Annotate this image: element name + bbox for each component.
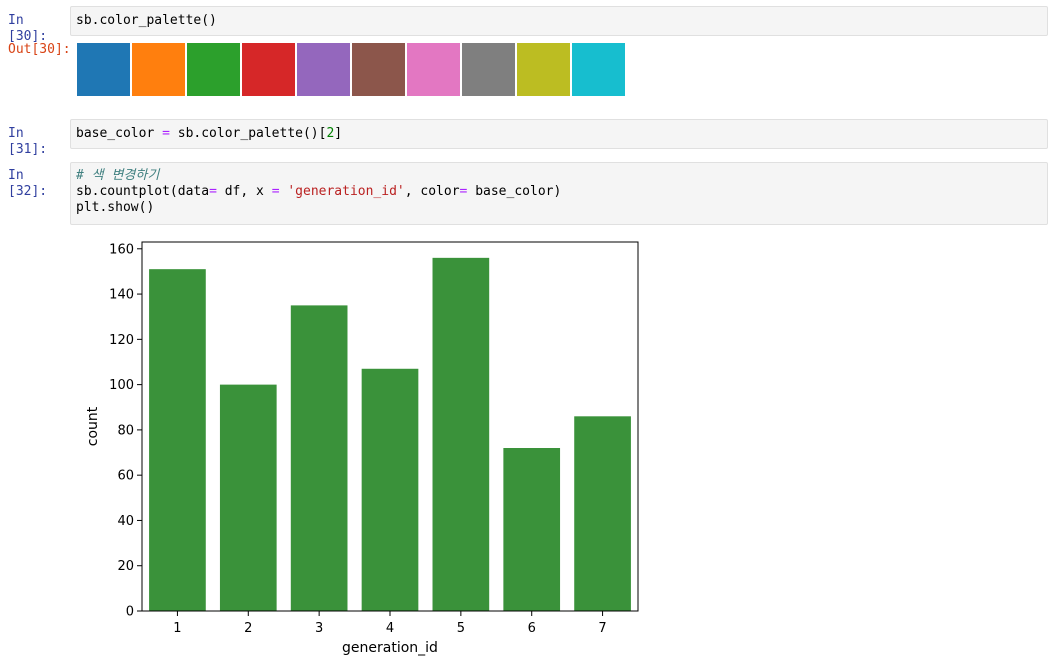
code-token: 'generation_id' [287,184,405,199]
y-tick-label: 140 [109,288,134,303]
code-line: sb.color_palette() [76,13,1041,29]
y-tick-label: 20 [117,559,134,574]
y-tick-label: 60 [117,469,134,484]
y-tick-label: 120 [109,333,134,348]
x-tick-label: 2 [244,621,252,636]
y-tick-label: 100 [109,378,134,393]
code-token: base_color [76,126,163,141]
y-tick-label: 160 [109,242,134,257]
palette-swatch [572,43,625,96]
bar [290,305,348,611]
x-tick-label: 7 [598,621,606,636]
palette-swatch [187,43,240,96]
palette-swatch [242,43,295,96]
code-token: = [271,184,280,199]
code-editor[interactable]: sb.color_palette() [70,6,1048,36]
bar [503,448,561,611]
code-editor[interactable]: # 색 변경하기 sb.countplot(data= df, x = 'gene… [70,162,1048,225]
bar [574,416,631,611]
code-token: sb.color_palette() [76,13,217,28]
palette-swatch [407,43,460,96]
x-tick-label: 1 [173,621,181,636]
y-axis-label: count [85,406,101,446]
x-tick-label: 5 [457,621,465,636]
input-prompt: In [32]: [8,168,48,199]
x-tick-label: 4 [386,621,394,636]
code-token: = [209,184,217,199]
input-prompt: In [31]: [8,126,48,157]
palette-swatch [132,43,185,96]
bar [361,368,419,611]
y-tick-label: 80 [117,423,134,438]
palette-swatch [462,43,515,96]
x-axis-label: generation_id [342,640,438,656]
bar [432,257,490,611]
countplot-output: 0 20 40 60 80 100 120 140 160 1 2 3 4 5 6 7 generation_i… [76,230,656,660]
y-tick-label: 0 [126,605,134,620]
code-line: sb.countplot(data= df, x = 'generation_i… [76,184,1041,200]
code-token: sb.countplot(data [76,184,210,199]
palette-swatch [77,43,130,96]
code-token: df, x [216,184,272,199]
palette-swatch [352,43,405,96]
bar [149,269,206,611]
code-line: base_color = sb.color_palette()[2] [76,126,1041,142]
x-tick-label: 3 [315,621,323,636]
code-token: sb.color_palette()[ [169,126,327,141]
code-token: , color [404,184,460,199]
code-editor[interactable]: base_color = sb.color_palette()[2] [70,119,1048,149]
y-tick-label: 40 [117,514,134,529]
x-tick-label: 6 [528,621,536,636]
code-token: base_color) [467,184,562,199]
code-line: plt.show() [76,200,1041,216]
code-token: ] [334,126,343,141]
palette-swatch [517,43,570,96]
input-prompt: In [30]: [8,13,48,44]
palette-swatch [297,43,350,96]
code-token: # 색 변경하기 [76,168,160,183]
code-token: plt.show() [76,200,155,215]
bar [219,384,277,611]
code-token: = [162,126,170,141]
countplot-chart: 0 20 40 60 80 100 120 140 160 1 2 3 4 5 6 7 generation_i… [85,241,639,656]
code-line: # 색 변경하기 [76,168,1041,184]
output-prompt: Out[30]: [8,42,71,57]
